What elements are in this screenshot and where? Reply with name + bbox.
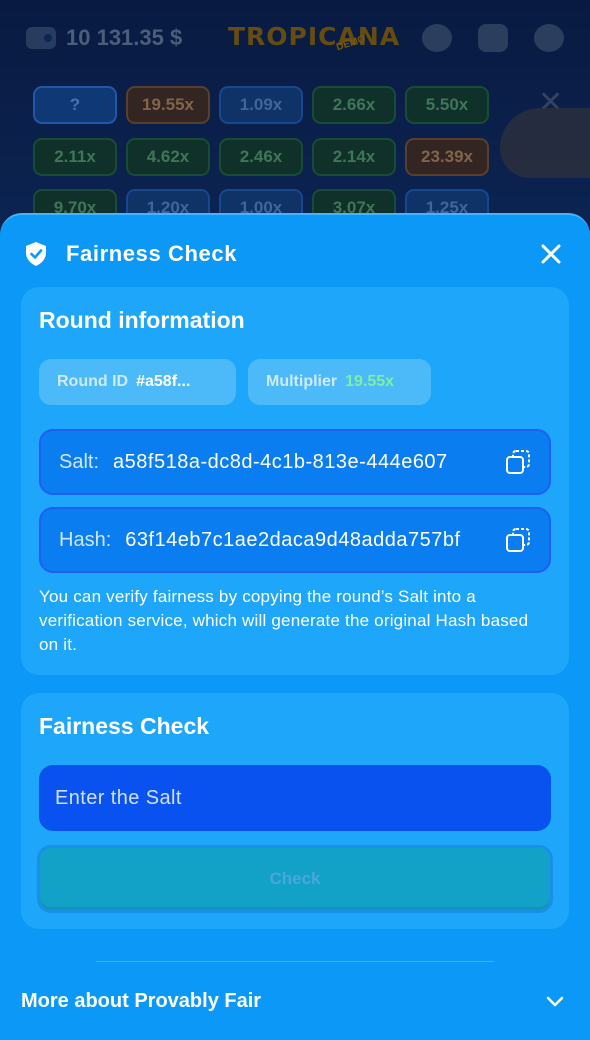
salt-field: Salt: a58f518a-dc8d-4c1b-813e-444e607: [39, 429, 551, 495]
round-info-card: Round information Round ID #a58f... Mult…: [21, 287, 569, 675]
check-button[interactable]: Check: [37, 845, 553, 913]
hash-field: Hash: 63f14eb7c1ae2daca9d48adda757bf: [39, 507, 551, 573]
round-info-title: Round information: [39, 307, 245, 333]
round-id-label: Round ID: [57, 373, 129, 390]
modal-title: Fairness Check: [66, 241, 238, 266]
hash-value: 63f14eb7c1ae2daca9d48adda757bf: [125, 528, 461, 551]
divider: [96, 961, 494, 962]
fairness-check-card: Fairness Check Check: [21, 693, 569, 929]
salt-label: Salt:: [59, 450, 100, 473]
round-id-value: #a58f...: [136, 373, 191, 390]
fairness-check-title: Fairness Check: [39, 713, 210, 739]
salt-value: a58f518a-dc8d-4c1b-813e-444e607: [113, 450, 448, 473]
provably-fair-expander[interactable]: More about Provably Fair: [21, 981, 569, 1021]
round-id-badge: Round ID #a58f...: [39, 359, 236, 405]
copy-hash-icon[interactable]: [505, 527, 531, 553]
verification-note: You can verify fairness by copying the r…: [39, 587, 529, 654]
close-icon: [541, 244, 561, 264]
multiplier-label: Multiplier: [266, 373, 338, 390]
close-button[interactable]: [536, 239, 566, 269]
chevron-down-icon: [546, 996, 564, 1007]
salt-input[interactable]: [39, 765, 551, 831]
shield-check-icon: [26, 242, 46, 266]
fairness-modal: Fairness Check Round information Round I…: [0, 213, 590, 1040]
multiplier-badge: Multiplier 19.55x: [248, 359, 431, 405]
hash-label: Hash:: [59, 528, 112, 551]
multiplier-value: 19.55x: [345, 373, 395, 390]
copy-salt-icon[interactable]: [505, 449, 531, 475]
modal-header: Fairness Check: [24, 239, 566, 269]
provably-fair-label: More about Provably Fair: [21, 989, 262, 1012]
